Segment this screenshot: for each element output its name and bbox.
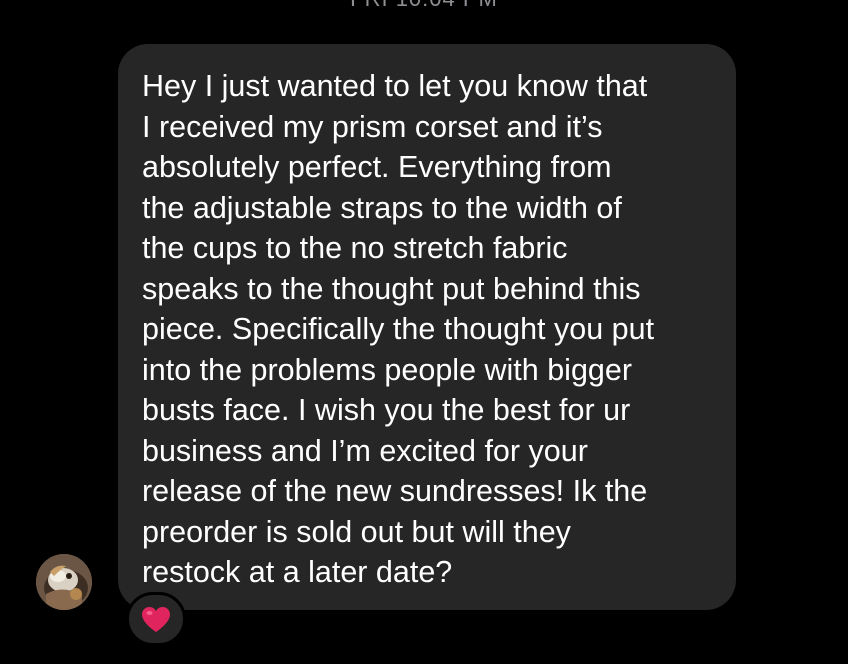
message-line: I received my prism corset and it’s: [142, 109, 603, 144]
message-line: preorder is sold out but will they: [142, 514, 571, 549]
heart-reaction[interactable]: [126, 592, 186, 646]
message-line: business and I’m excited for your: [142, 433, 588, 468]
message-line: busts face. I wish you the best for ur: [142, 393, 631, 427]
message-text: Hey I just wanted to let you know that I…: [142, 66, 716, 593]
sender-avatar[interactable]: [36, 554, 92, 610]
message-line: into the problems people with bigger: [142, 352, 632, 387]
message-line: absolutely perfect. Everything from: [142, 150, 612, 184]
avatar-image: [36, 554, 92, 610]
red-heart-icon: [142, 606, 170, 632]
message-line: Hey I just wanted to let you know that: [142, 69, 648, 103]
message-thread: FRI 10:04 PM Hey I just wanted to let yo…: [0, 0, 848, 664]
message-line: speaks to the thought put behind this: [142, 271, 641, 306]
message-line: the adjustable straps to the width of: [142, 190, 622, 225]
message-line: the cups to the no stretch fabric: [142, 231, 568, 265]
message-line: release of the new sundresses! Ik the: [142, 474, 648, 508]
message-timestamp: FRI 10:04 PM: [0, 0, 848, 12]
message-line: restock at a later date?: [142, 555, 453, 589]
message-bubble[interactable]: Hey I just wanted to let you know that I…: [118, 44, 736, 610]
message-line: piece. Specifically the thought you put: [142, 312, 655, 346]
